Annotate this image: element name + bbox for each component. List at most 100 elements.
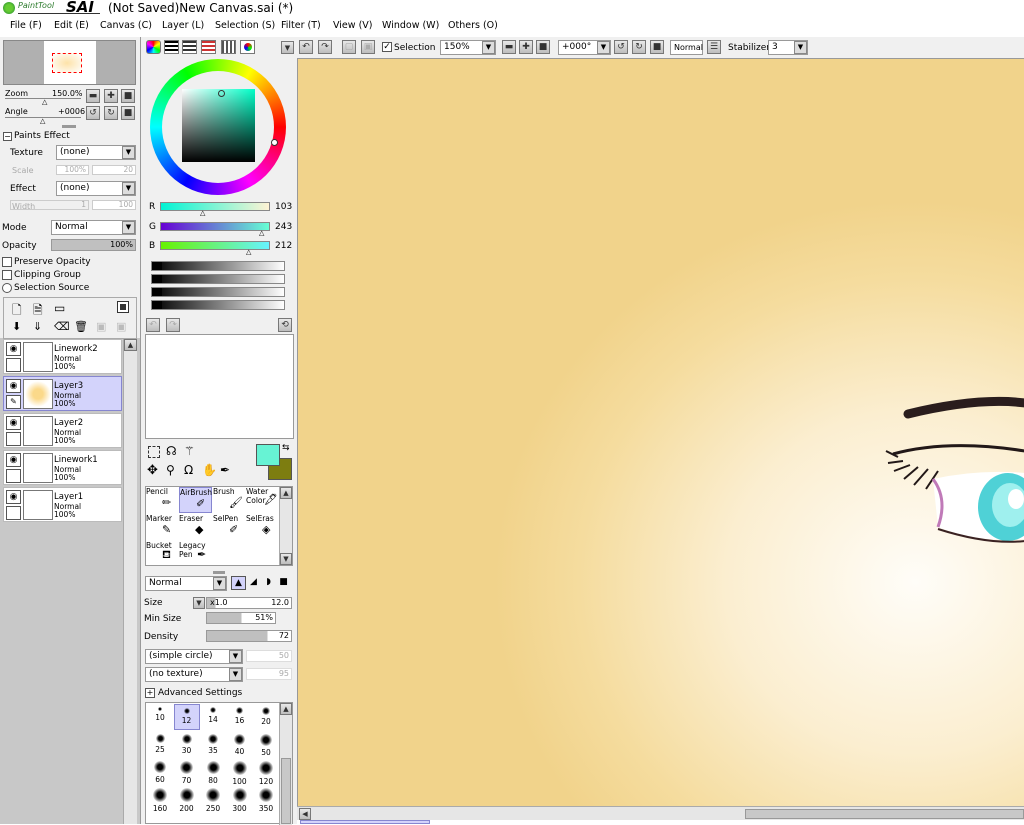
color-wheel-mode-icon[interactable]: [146, 40, 161, 54]
undo-button[interactable]: ↶: [299, 40, 313, 54]
view-blend-mode[interactable]: Normal: [670, 40, 703, 55]
brush-size-preset[interactable]: 80: [200, 758, 226, 785]
brush-size-preset[interactable]: 20: [253, 704, 279, 730]
r-slider[interactable]: [160, 202, 270, 211]
angle-slider-thumb[interactable]: △: [40, 117, 45, 125]
zoom-in-button[interactable]: ✚: [104, 89, 118, 103]
brush-size-preset[interactable]: 100: [227, 758, 253, 786]
panel-grip[interactable]: [62, 125, 76, 128]
scratchpad-clear-button[interactable]: ⟲: [278, 318, 292, 332]
zoom-tool-icon[interactable]: ⚲: [166, 463, 175, 477]
g-slider-thumb[interactable]: △: [259, 229, 264, 237]
brush-size-preset[interactable]: 120: [253, 758, 279, 786]
brush-shape-select[interactable]: (simple circle) ▼: [145, 649, 243, 664]
redo-button[interactable]: ↷: [318, 40, 332, 54]
tool-eraser[interactable]: Eraser ◆: [179, 514, 212, 540]
zoom-reset-button[interactable]: ■: [121, 89, 135, 103]
rotate-tool-icon[interactable]: Ω: [184, 463, 193, 477]
toolbar-rotate-reset-button[interactable]: ■: [650, 40, 664, 54]
zoom-select[interactable]: 150% ▼: [440, 40, 496, 55]
new-linework-layer-icon[interactable]: 🗎: [33, 301, 43, 322]
brush-size-preset[interactable]: 30: [174, 731, 200, 757]
effect-select[interactable]: (none) ▼: [56, 181, 136, 196]
brush-size-preset[interactable]: 40: [227, 731, 253, 757]
eye-icon[interactable]: ◉: [6, 379, 21, 393]
layer-item[interactable]: ◉ Linework1 Normal 100%: [3, 450, 122, 485]
brush-size-preset[interactable]: 10: [147, 704, 173, 730]
new-layer-icon[interactable]: 🗋: [12, 301, 22, 322]
menu-canvas[interactable]: Canvas (C): [100, 20, 152, 31]
size-dropdown[interactable]: ▼: [193, 597, 205, 609]
lasso-icon[interactable]: ☊: [166, 444, 177, 458]
invert-selection-button[interactable]: ▣: [361, 40, 375, 54]
paints-effect-toggle[interactable]: −: [3, 132, 12, 141]
brush-size-preset[interactable]: 12: [173, 704, 200, 730]
tool-selpen[interactable]: SelPen ✐: [213, 514, 246, 540]
brush-size-scrollbar[interactable]: ▲: [279, 703, 292, 825]
layer-opacity-slider[interactable]: 100%: [51, 239, 136, 251]
brush-size-preset[interactable]: 70: [174, 758, 200, 785]
tool-seleraser[interactable]: SelEras ◈: [246, 514, 279, 540]
brush-texture-select[interactable]: (no texture) ▼: [145, 667, 243, 682]
gray-swatch-3[interactable]: [151, 287, 285, 297]
scratchpad-mode-icon[interactable]: [240, 40, 255, 54]
zoom-out-button[interactable]: ▬: [86, 89, 100, 103]
selection-checkbox[interactable]: ✓: [382, 42, 392, 52]
brush-size-preset[interactable]: 35: [200, 731, 226, 757]
scratchpad-undo-button[interactable]: ↶: [146, 318, 160, 332]
layer-mask-icon[interactable]: [117, 301, 129, 313]
brush-size-preset[interactable]: 25: [147, 731, 173, 757]
tool-watercolor[interactable]: Water Color 🖋: [246, 487, 279, 513]
angle-select[interactable]: +000° ▼: [558, 40, 611, 55]
canvas-hscrollbar[interactable]: ◀: [297, 806, 1024, 820]
menu-window[interactable]: Window (W): [382, 20, 439, 31]
lock-toggle[interactable]: [6, 358, 21, 372]
lock-toggle[interactable]: [6, 432, 21, 446]
brush-size-preset[interactable]: 200: [174, 785, 200, 813]
canvas[interactable]: [297, 58, 1024, 806]
brush-shape-medium[interactable]: ◢: [246, 576, 261, 590]
advanced-settings-toggle[interactable]: +: [145, 688, 155, 698]
color-grid-mode-icon[interactable]: [221, 40, 236, 54]
scratchpad[interactable]: [145, 334, 294, 439]
hsv-slider-mode-icon[interactable]: [182, 40, 197, 54]
delete-layer-icon[interactable]: 🗑: [74, 320, 88, 333]
eye-icon[interactable]: ◉: [6, 490, 21, 504]
brush-blend-select[interactable]: Normal ▼: [145, 576, 227, 591]
tool-grid-scrollbar[interactable]: ▲ ▼: [279, 487, 292, 565]
tool-airbrush[interactable]: AirBrush ✐: [179, 487, 212, 513]
saturation-value-square[interactable]: [182, 89, 255, 162]
preserve-opacity-checkbox[interactable]: [2, 257, 12, 267]
layer-item[interactable]: ◉ Layer2 Normal 100%: [3, 413, 122, 448]
brush-size-preset[interactable]: 50: [253, 731, 279, 757]
tool-legacy-pen[interactable]: Legacy Pen ✒: [179, 541, 212, 567]
flip-horizontal-button[interactable]: ☰: [707, 40, 721, 54]
brush-size-preset[interactable]: 250: [200, 785, 226, 813]
eye-icon[interactable]: ◉: [6, 453, 21, 467]
b-slider-thumb[interactable]: △: [246, 248, 251, 256]
transfer-down-icon[interactable]: ⬇: [12, 320, 21, 333]
menu-view[interactable]: View (V): [333, 20, 372, 31]
zoom-slider-thumb[interactable]: △: [42, 98, 47, 106]
pen-icon[interactable]: ✎: [6, 395, 21, 409]
new-folder-icon[interactable]: ▭: [54, 301, 65, 315]
brush-size-preset[interactable]: 16: [227, 704, 253, 730]
texture-select[interactable]: (none) ▼: [56, 145, 136, 160]
lock-toggle[interactable]: [6, 469, 21, 483]
rotate-right-button[interactable]: ↻: [104, 106, 118, 120]
deselect-button[interactable]: ▢: [342, 40, 356, 54]
gray-swatch-4[interactable]: [151, 300, 285, 310]
tool-marker[interactable]: Marker ✎: [146, 514, 179, 540]
clipping-group-checkbox[interactable]: [2, 270, 12, 280]
brush-size-preset[interactable]: 160: [147, 785, 173, 813]
brush-size-preset[interactable]: 350: [253, 785, 279, 813]
magic-wand-icon[interactable]: ⚚: [184, 444, 195, 458]
stabilizer-select[interactable]: 3 ▼: [768, 40, 808, 55]
toolbar-zoom-in-button[interactable]: ✚: [519, 40, 533, 54]
panel-grip-2[interactable]: [213, 571, 225, 574]
toolbar-menu-button[interactable]: ▼: [281, 41, 294, 54]
rotate-left-button[interactable]: ↺: [86, 106, 100, 120]
hand-icon[interactable]: ✋: [202, 463, 217, 477]
layer-item-selected[interactable]: ◉ ✎ Layer3 Normal 100%: [3, 376, 122, 411]
rotate-reset-button[interactable]: ■: [121, 106, 135, 120]
